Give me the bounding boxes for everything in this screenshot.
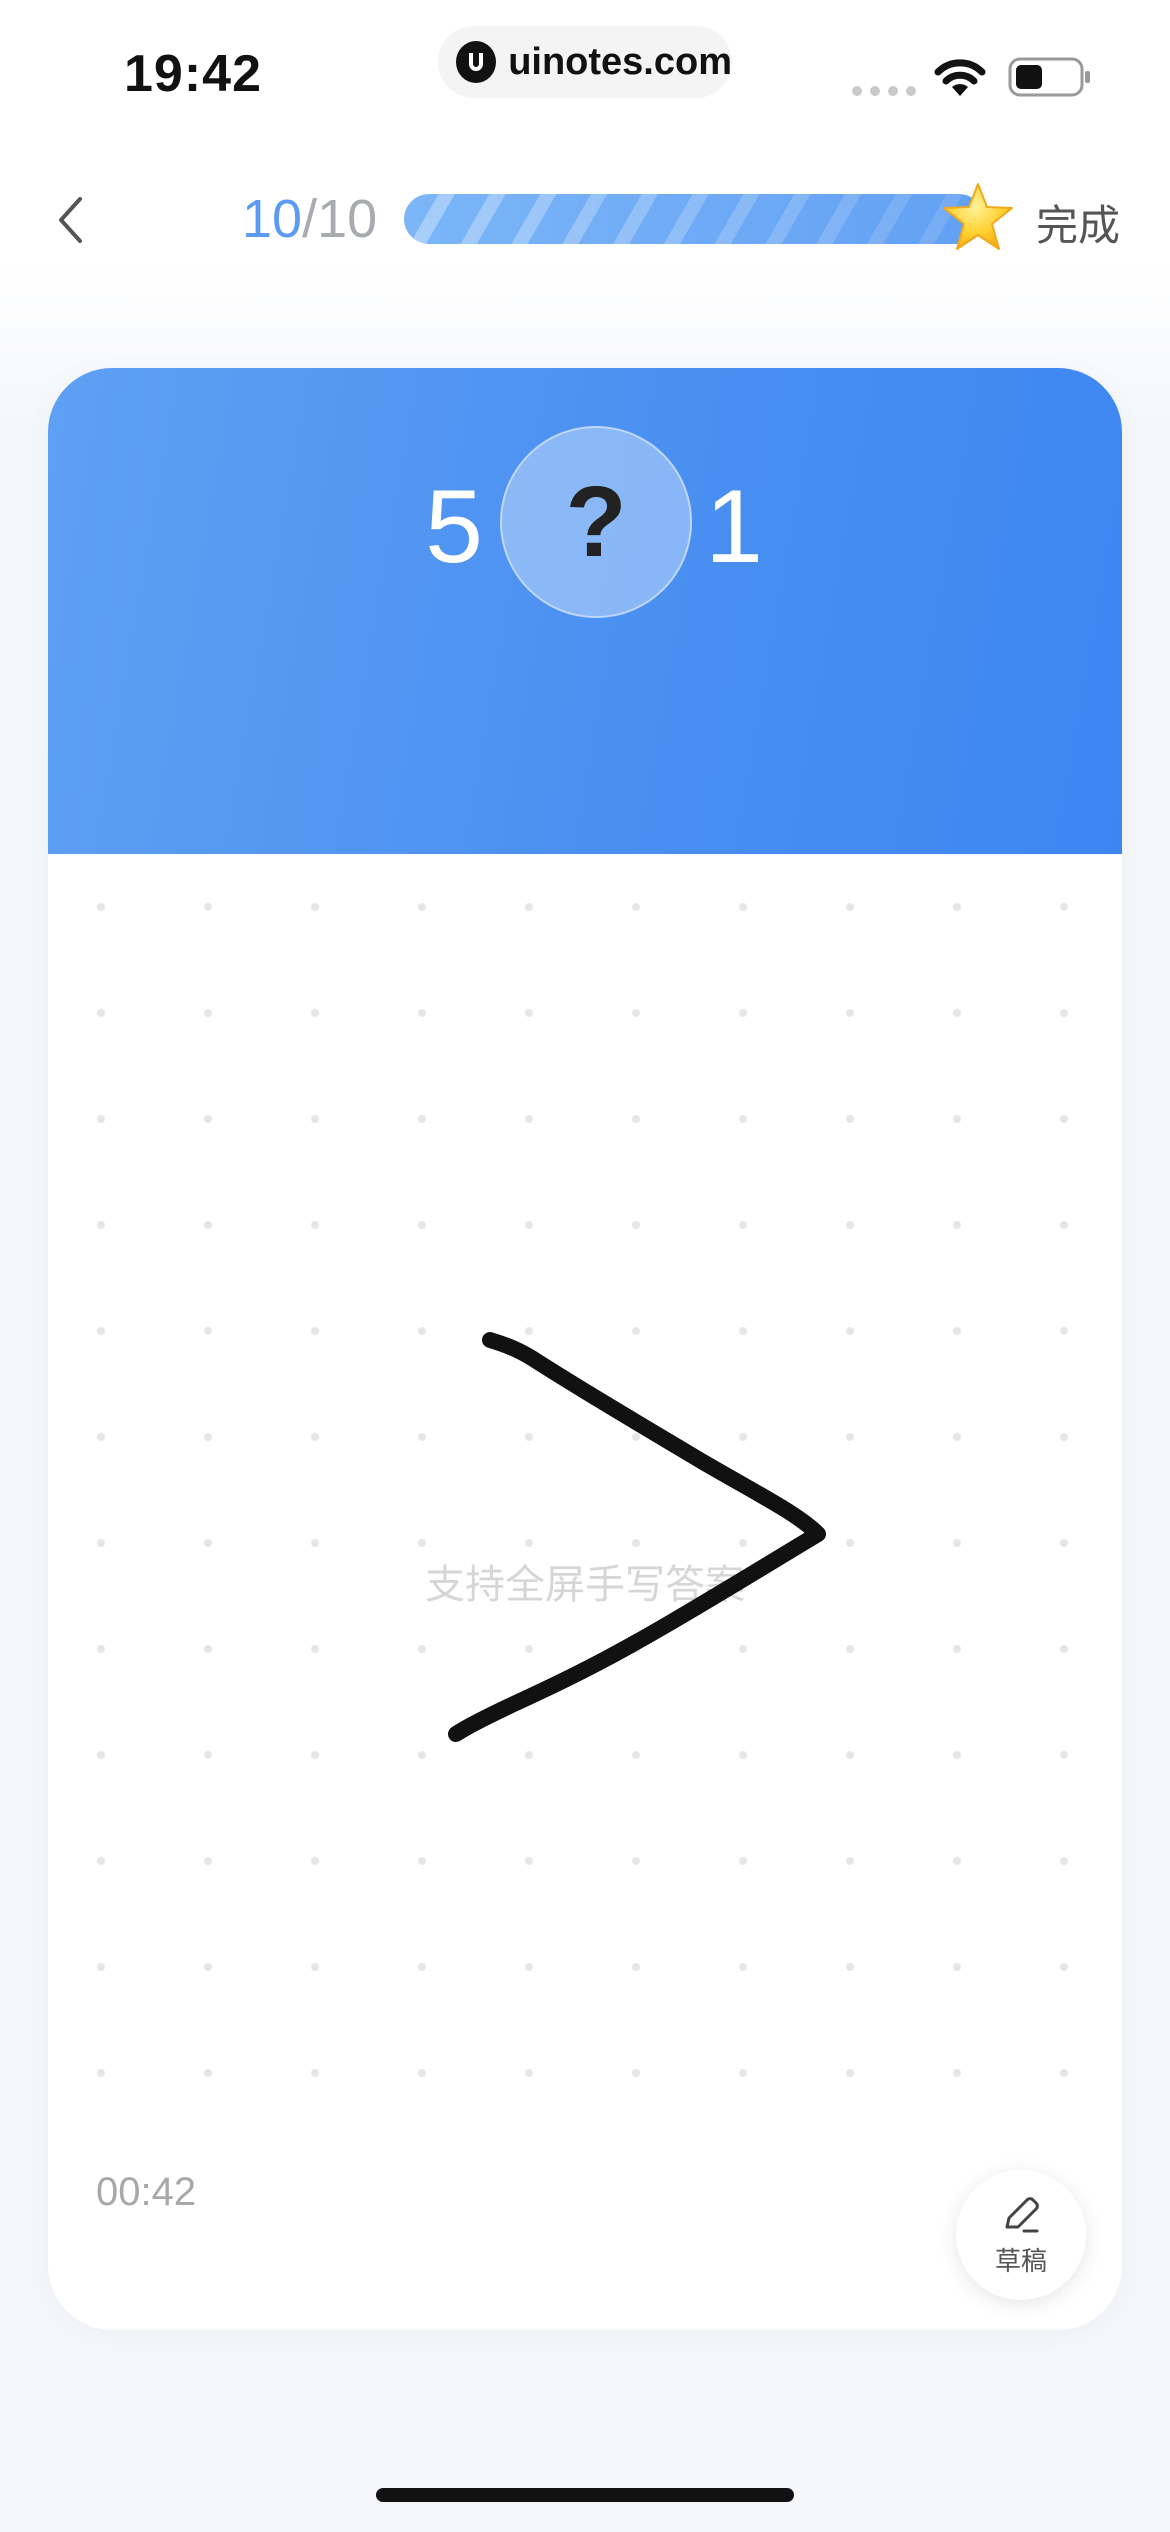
screen: 19:42 uinotes.com 10/10 完成 5 ? 1 支持全屏手写答… xyxy=(0,0,1170,2532)
chevron-left-icon xyxy=(59,197,82,243)
pencil-icon xyxy=(1005,2196,1039,2232)
timer: 00:42 xyxy=(96,2170,197,2214)
progress-current: 10 xyxy=(242,189,303,249)
done-button[interactable]: 完成 xyxy=(1036,192,1120,253)
progress-total: 10 xyxy=(317,189,378,249)
wifi-icon xyxy=(934,59,986,96)
url-pill[interactable]: uinotes.com xyxy=(438,26,732,98)
site-logo-icon xyxy=(456,41,497,83)
header: 10/10 完成 xyxy=(0,170,1170,270)
left-number: 5 xyxy=(425,469,483,585)
progress-fill xyxy=(404,194,984,244)
draft-button[interactable]: 草稿 xyxy=(956,2170,1086,2300)
answer-slot[interactable]: ? xyxy=(500,426,692,618)
star-icon xyxy=(943,183,1013,250)
back-button[interactable] xyxy=(40,188,100,252)
progress-bar xyxy=(404,194,984,244)
progress-count: 10/10 xyxy=(242,188,377,250)
question-header: 5 ? 1 xyxy=(48,368,1122,854)
status-bar: 19:42 uinotes.com xyxy=(0,0,1170,130)
question-card: 5 ? 1 支持全屏手写答案 00:42 草稿 xyxy=(48,368,1122,2330)
signal-icon xyxy=(852,86,916,96)
handwritten-stroke xyxy=(448,1332,826,1742)
right-number: 1 xyxy=(705,469,763,585)
battery-icon xyxy=(1008,57,1090,97)
home-indicator xyxy=(376,2488,794,2502)
answer-placeholder: ? xyxy=(565,466,627,578)
handwriting-canvas[interactable]: 支持全屏手写答案 00:42 草稿 xyxy=(48,854,1122,2330)
draft-label: 草稿 xyxy=(994,2245,1047,2276)
status-time: 19:42 xyxy=(124,45,262,103)
url-text: uinotes.com xyxy=(508,40,732,83)
progress-separator: / xyxy=(302,189,318,249)
